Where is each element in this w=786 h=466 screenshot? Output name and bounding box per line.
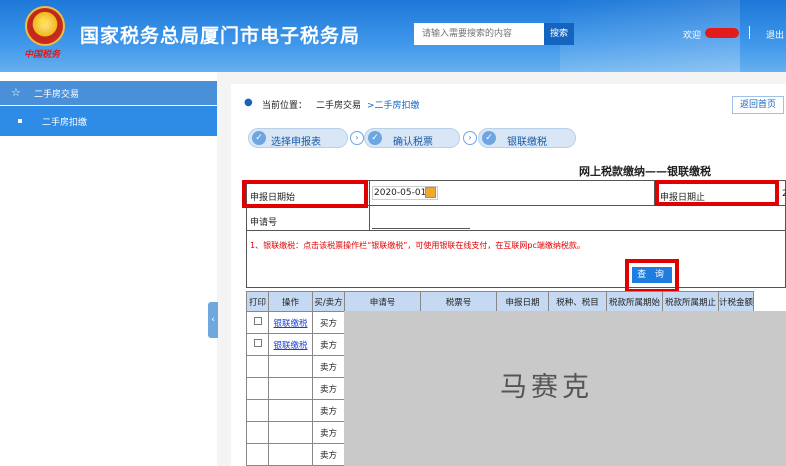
- step-arrow-icon: ›: [463, 131, 477, 145]
- step-label: 选择申报表: [271, 137, 321, 148]
- col-header: 税票号: [420, 291, 497, 312]
- welcome-text: 欢迎: [683, 31, 702, 41]
- table-header-row: 打印 操作 买/卖方 申请号 税票号 申报日期 税种、税目 税款所属期始 税款所…: [246, 291, 755, 312]
- highlight-box-date-end: [655, 180, 779, 206]
- col-header: 申请号: [344, 291, 421, 312]
- party-cell: 卖方: [312, 443, 345, 466]
- step-label: 确认税票: [393, 137, 433, 148]
- logout-link[interactable]: 退出: [766, 28, 784, 41]
- col-header: 计税金额: [717, 291, 755, 312]
- check-circle-icon: ✓: [482, 131, 496, 145]
- step-arrow-icon: ›: [350, 131, 364, 145]
- print-checkbox[interactable]: [253, 339, 262, 347]
- step-label: 银联缴税: [507, 137, 547, 148]
- party-cell: 卖方: [312, 421, 345, 444]
- action-cell: 银联缴税: [268, 311, 313, 334]
- highlight-box-date-start: [242, 180, 368, 208]
- party-cell: 买方: [312, 311, 345, 334]
- app-no-label: 申请号: [250, 218, 278, 228]
- print-checkbox[interactable]: [253, 317, 262, 325]
- date-end-input[interactable]: 2: [782, 189, 786, 199]
- highlight-box-query: [625, 259, 679, 293]
- party-cell: 卖方: [312, 333, 345, 356]
- col-header: 税种、税目: [548, 291, 607, 312]
- calendar-icon[interactable]: [425, 187, 436, 198]
- step-select-form[interactable]: ✓ 选择申报表: [248, 128, 348, 148]
- star-icon: ★: [37, 14, 50, 30]
- sidebar-group-secondhand-trade[interactable]: ☆ 二手房交易: [0, 81, 217, 105]
- instruction-note: 1、银联缴税：点击该税票操作栏“银联缴税”，可使用银联在线支付，在互联网pc端缴…: [250, 241, 585, 250]
- search-input[interactable]: [414, 23, 544, 45]
- step-confirm-ticket[interactable]: ✓ 确认税票: [364, 128, 460, 148]
- col-header: 税款所属期止: [662, 291, 719, 312]
- print-cell: [246, 333, 269, 356]
- check-circle-icon: ✓: [368, 131, 382, 145]
- site-title: 国家税务总局厦门市电子税务局: [80, 25, 361, 47]
- sidebar-group-label: 二手房交易: [34, 90, 80, 100]
- app-no-input[interactable]: [372, 228, 470, 229]
- search-button[interactable]: 搜索: [544, 23, 574, 45]
- redacted-username: [705, 28, 739, 38]
- party-cell: 卖方: [312, 399, 345, 422]
- sidebar-item-label: 二手房扣缴: [42, 118, 88, 128]
- sidebar-collapse-handle[interactable]: ‹: [208, 302, 218, 338]
- col-header: 买/卖方: [312, 291, 345, 312]
- row-divider: [246, 230, 786, 231]
- brand-script-logo: 中国税务: [24, 50, 61, 60]
- party-cell: 卖方: [312, 377, 345, 400]
- col-header: 税款所属期始: [606, 291, 663, 312]
- back-home-button[interactable]: 返回首页: [732, 96, 784, 114]
- unionpay-link[interactable]: 银联缴税: [273, 319, 307, 329]
- col-header: 操作: [268, 291, 313, 312]
- col-header: 打印: [246, 291, 269, 312]
- print-cell: [246, 311, 269, 334]
- sidebar: ☆ 二手房交易 二手房扣缴: [0, 72, 217, 466]
- header-divider: [749, 26, 750, 39]
- breadcrumb-level1[interactable]: 二手房交易: [316, 98, 361, 111]
- party-cell: 卖方: [312, 355, 345, 378]
- form-title: 网上税款缴纳——银联缴税: [579, 165, 711, 178]
- star-outline-icon: ☆: [11, 86, 21, 99]
- action-cell: 银联缴税: [268, 333, 313, 356]
- unionpay-link[interactable]: 银联缴税: [273, 341, 307, 351]
- breadcrumb-level2[interactable]: >二手房扣缴: [367, 98, 420, 111]
- col-header: 申报日期: [496, 291, 549, 312]
- sidebar-item-secondhand-withholding[interactable]: 二手房扣缴: [0, 106, 217, 136]
- mosaic-watermark: 马赛克: [500, 372, 593, 403]
- bullet-icon: [18, 119, 22, 123]
- breadcrumb-prefix: 当前位置：: [262, 101, 308, 111]
- check-circle-icon: ✓: [252, 131, 266, 145]
- location-pin-icon: ●: [244, 97, 253, 108]
- step-unionpay[interactable]: ✓ 银联缴税: [478, 128, 576, 148]
